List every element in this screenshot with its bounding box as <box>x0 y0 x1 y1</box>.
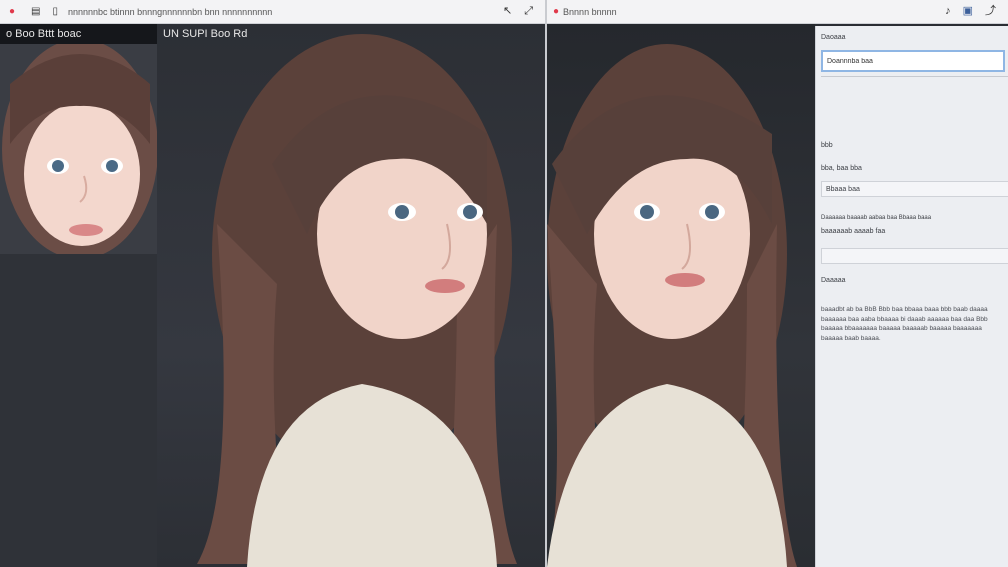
thumbnail-pane: o Boo Bttt boac <box>0 24 157 567</box>
separator <box>821 76 1008 77</box>
record-icon[interactable]: ● <box>9 6 15 17</box>
thumbnail-header: o Boo Bttt boac <box>0 24 157 44</box>
left-window-title: nnnnnnbc btinnn bnnngnnnnnnbn bnn nnnnnn… <box>68 6 273 17</box>
phone-icon[interactable]: ▯ <box>53 6 59 17</box>
field-one-value: Bbaaa baa <box>826 186 860 193</box>
preview-portrait <box>547 44 797 567</box>
grid-icon[interactable]: ▤ <box>31 6 40 17</box>
name-input[interactable] <box>821 50 1005 72</box>
description-text: baaadbt ab ba BbB Bbb baa bbaaa baaa bbb… <box>821 306 988 342</box>
record-icon[interactable]: ● <box>553 6 559 17</box>
share-icon[interactable]: ⤴ <box>985 6 996 17</box>
properties-sidebar: Daoaaa bbb bba, baa bba Bbaaa baa Daaaaa… <box>815 26 1008 567</box>
section-title: Daoaaa <box>821 34 846 41</box>
label-one: bbb <box>821 142 833 149</box>
back-arrow-icon[interactable]: ↖ <box>503 6 512 17</box>
main-caption: UN SUPI Boo Rd <box>163 28 248 40</box>
expand-icon[interactable]: ⤢ <box>524 6 533 17</box>
main-canvas[interactable]: UN SUPI Boo Rd <box>157 24 545 567</box>
field-one[interactable]: Bbaaa baa <box>821 181 1008 197</box>
label-two: bba, baa bba <box>821 165 862 172</box>
image-icon[interactable]: ▣ <box>963 6 973 17</box>
preview-canvas[interactable] <box>547 24 815 567</box>
right-window-title: Bnnnn bnnnn <box>563 6 617 17</box>
right-window-titlebar: ● Bnnnn bnnnn ♪ ▣ ⤴ <box>547 0 1008 24</box>
music-note-icon[interactable]: ♪ <box>945 6 951 17</box>
main-portrait <box>197 34 517 567</box>
left-window-titlebar: ● ▤ ▯ nnnnnnbc btinnn bnnngnnnnnnbn bnn … <box>0 0 545 24</box>
field-two[interactable] <box>821 248 1008 264</box>
thumbnail-portrait[interactable] <box>0 44 157 254</box>
field-two-line2: baaaaaab aaaab faa <box>821 228 886 235</box>
field-two-line1: Daaaaaa baaaab aabaa baa Bbaaa baaa <box>821 215 932 221</box>
section-two-title: Daaaaa <box>821 277 846 284</box>
